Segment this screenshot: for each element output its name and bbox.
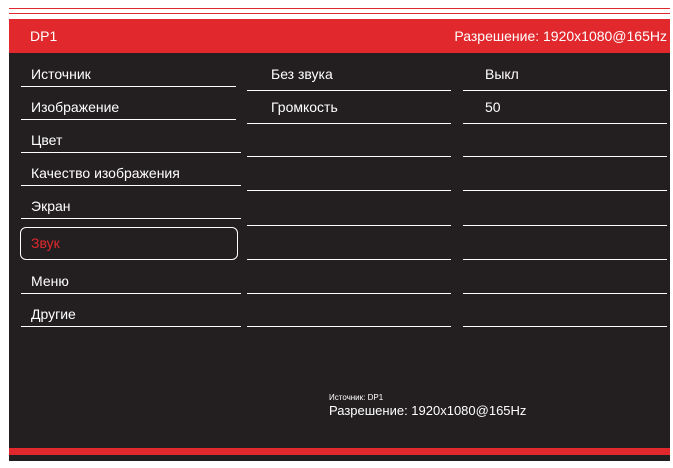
divider xyxy=(463,293,667,294)
divider xyxy=(21,293,241,294)
menu-item-label: Изображение xyxy=(31,99,120,115)
divider xyxy=(247,326,451,327)
top-accent-line xyxy=(9,8,670,9)
divider xyxy=(463,90,667,91)
menu-item-other[interactable]: Другие xyxy=(21,303,241,327)
divider xyxy=(247,156,451,157)
menu-item-picture[interactable]: Изображение xyxy=(21,96,236,120)
divider xyxy=(21,185,241,186)
divider xyxy=(247,259,451,260)
bottom-accent-bar xyxy=(9,448,670,455)
divider xyxy=(21,86,236,87)
divider xyxy=(247,123,451,124)
divider xyxy=(247,225,451,226)
osd-panel: DP1 Разрешение: 1920x1080@165Hz Источник… xyxy=(9,19,670,461)
divider xyxy=(463,326,667,327)
divider xyxy=(463,225,667,226)
menu-item-label: Цвет xyxy=(31,132,63,148)
divider xyxy=(463,123,667,124)
divider xyxy=(21,152,241,153)
setting-mute-value[interactable]: Выкл xyxy=(485,66,519,82)
footer-source: Источник: DP1 xyxy=(329,393,384,402)
divider xyxy=(247,90,451,91)
divider xyxy=(21,119,236,120)
footer-resolution: Разрешение: 1920x1080@165Hz xyxy=(329,403,527,418)
menu-item-label: Качество изображения xyxy=(31,165,180,181)
osd-header: DP1 Разрешение: 1920x1080@165Hz xyxy=(9,19,670,53)
menu-item-label: Другие xyxy=(31,306,76,322)
divider xyxy=(247,293,451,294)
divider xyxy=(247,190,451,191)
menu-item-label: Меню xyxy=(31,273,69,289)
menu-item-label: Экран xyxy=(31,198,71,214)
divider xyxy=(21,218,241,219)
setting-volume-value[interactable]: 50 xyxy=(485,99,501,115)
divider xyxy=(463,156,667,157)
menu-item-picture-quality[interactable]: Качество изображения xyxy=(21,162,241,186)
menu-item-label: Источник xyxy=(31,66,91,82)
menu-item-sound[interactable]: Звук xyxy=(20,227,238,260)
setting-mute-label[interactable]: Без звука xyxy=(271,66,333,82)
divider xyxy=(21,326,241,327)
divider xyxy=(463,190,667,191)
input-source-label: DP1 xyxy=(30,28,58,44)
menu-item-label: Звук xyxy=(31,235,60,251)
menu-item-color[interactable]: Цвет xyxy=(21,129,241,153)
menu-item-menu[interactable]: Меню xyxy=(21,270,241,294)
resolution-label: Разрешение: 1920x1080@165Hz xyxy=(454,28,667,44)
setting-volume-label[interactable]: Громкость xyxy=(271,99,338,115)
divider xyxy=(463,259,667,260)
top-accent-line xyxy=(9,13,670,14)
status-info: Источник: DP1 Разрешение: 1920x1080@165H… xyxy=(329,393,526,418)
menu-item-display[interactable]: Экран xyxy=(21,195,241,219)
menu-item-source[interactable]: Источник xyxy=(21,63,236,87)
